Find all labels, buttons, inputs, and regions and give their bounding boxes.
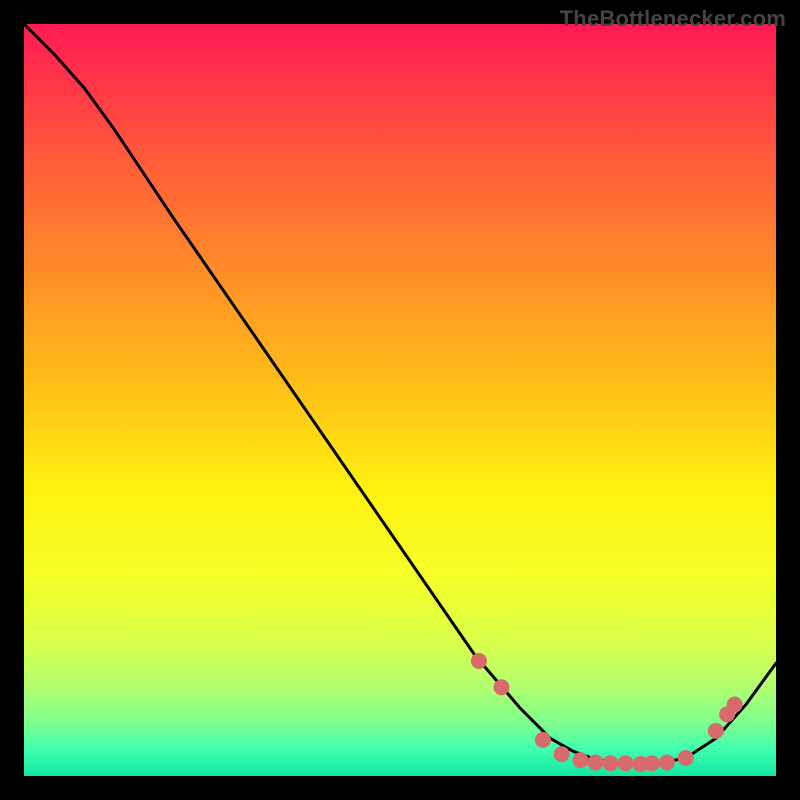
marker-dot [618,755,634,771]
marker-dot [471,653,487,669]
marker-dot [572,752,588,768]
marker-dot [603,755,619,771]
marker-dot [659,754,675,770]
marker-dot [727,697,743,713]
plot-area [24,24,776,776]
chart-frame: TheBottlenecker.com [0,0,800,800]
marker-dot [708,723,724,739]
attribution-text: TheBottlenecker.com [560,6,786,32]
gradient-background [24,24,776,776]
marker-dot [554,746,570,762]
marker-dot [494,679,510,695]
marker-dot [644,755,660,771]
marker-dot [678,750,694,766]
marker-dot [535,732,551,748]
chart-svg [24,24,776,776]
marker-dot [588,754,604,770]
